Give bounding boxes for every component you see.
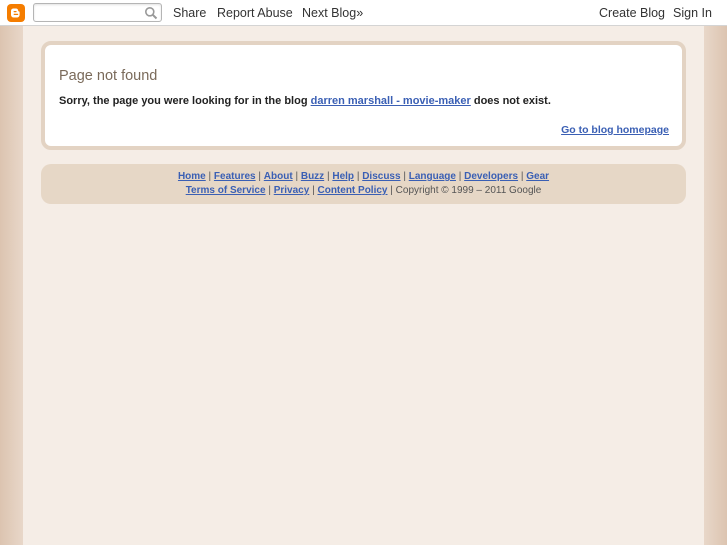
footer-separator: |	[258, 171, 261, 182]
error-message: Sorry, the page you were looking for in …	[59, 95, 551, 107]
footer-link-home[interactable]: Home	[178, 171, 206, 182]
footer-link-features[interactable]: Features	[214, 171, 256, 182]
footer-separator: |	[390, 185, 393, 196]
footer-link-about[interactable]: About	[264, 171, 293, 182]
report-abuse-link[interactable]: Report Abuse	[217, 6, 293, 20]
footer-link-content-policy[interactable]: Content Policy	[317, 185, 387, 196]
footer-copyright: Copyright © 1999 – 2011 Google	[395, 185, 542, 196]
footer-separator: |	[458, 171, 462, 182]
footer-separator: |	[208, 171, 212, 182]
blog-name-link[interactable]: darren marshall - movie-maker	[311, 95, 471, 107]
footer: Home | Features | About | Buzz | Help | …	[41, 164, 686, 204]
footer-link-developers[interactable]: Developers	[464, 171, 518, 182]
footer-row-secondary: Terms of Service | Privacy | Content Pol…	[41, 184, 686, 198]
blogger-logo-icon[interactable]	[7, 4, 25, 22]
footer-link-help[interactable]: Help	[332, 171, 354, 182]
footer-link-terms[interactable]: Terms of Service	[186, 185, 266, 196]
footer-separator: |	[312, 185, 315, 196]
search-icon[interactable]	[144, 6, 158, 20]
share-link[interactable]: Share	[173, 6, 206, 20]
footer-separator: |	[326, 171, 330, 182]
error-message-suffix: does not exist.	[473, 95, 551, 107]
footer-link-discuss[interactable]: Discuss	[362, 171, 400, 182]
footer-separator: |	[356, 171, 360, 182]
footer-link-language[interactable]: Language	[409, 171, 456, 182]
footer-separator: |	[295, 171, 299, 182]
footer-link-gear[interactable]: Gear	[526, 171, 549, 182]
error-message-prefix: Sorry, the page you were looking for in …	[59, 95, 308, 107]
page-background-right	[704, 0, 727, 545]
footer-link-buzz[interactable]: Buzz	[301, 171, 324, 182]
next-blog-link[interactable]: Next Blog»	[302, 6, 363, 20]
error-box: Page not found Sorry, the page you were …	[41, 41, 686, 150]
blogger-navbar: Share Report Abuse Next Blog» Create Blo…	[0, 0, 727, 26]
page-title: Page not found	[59, 68, 158, 84]
footer-row-primary: Home | Features | About | Buzz | Help | …	[41, 170, 686, 184]
footer-link-privacy[interactable]: Privacy	[274, 185, 310, 196]
create-blog-link[interactable]: Create Blog	[599, 6, 665, 20]
sign-in-link[interactable]: Sign In	[673, 6, 712, 20]
blog-homepage-link[interactable]: Go to blog homepage	[561, 124, 669, 136]
footer-separator: |	[403, 171, 406, 182]
blogger-b-icon	[10, 8, 20, 18]
page-background-left	[0, 0, 23, 545]
footer-separator: |	[520, 171, 524, 182]
blog-search-box[interactable]	[33, 3, 162, 22]
blog-search-input[interactable]	[36, 5, 142, 20]
footer-separator: |	[268, 185, 271, 196]
